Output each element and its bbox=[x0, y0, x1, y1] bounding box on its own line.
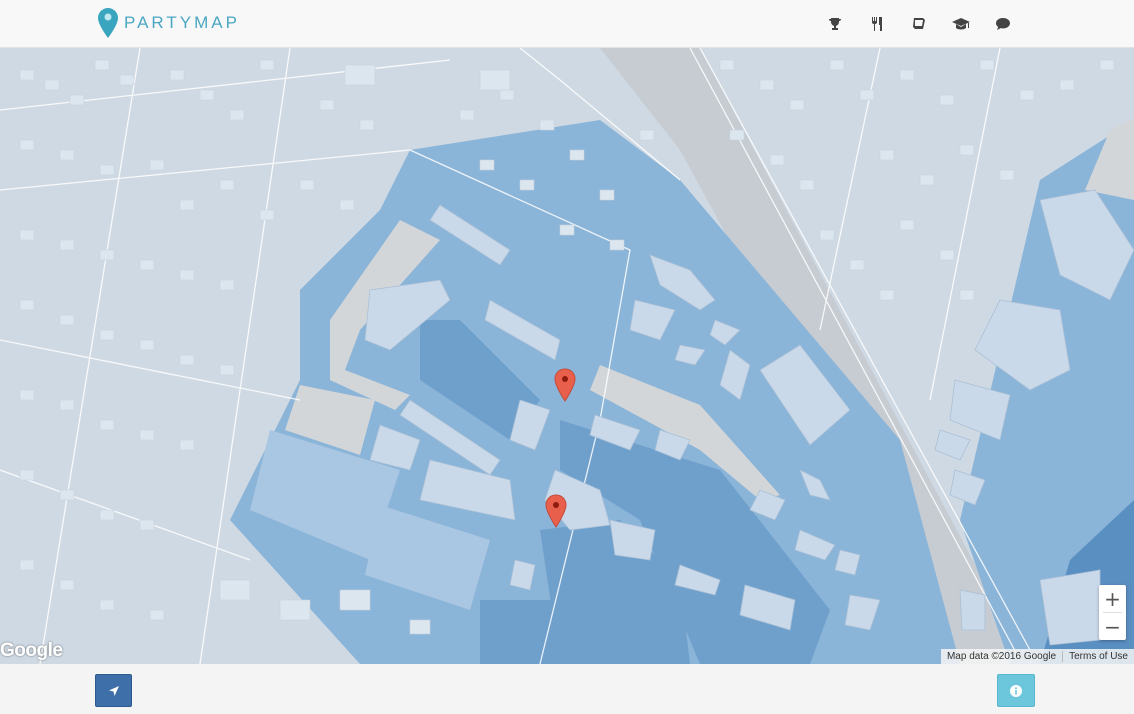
info-button[interactable] bbox=[997, 674, 1035, 707]
nav-education[interactable] bbox=[940, 12, 982, 36]
comments-icon bbox=[996, 18, 1010, 30]
book-icon bbox=[913, 18, 925, 29]
google-logo[interactable]: Google bbox=[0, 640, 63, 662]
map-marker-1[interactable] bbox=[553, 368, 577, 402]
bottom-toolbar bbox=[0, 664, 1134, 714]
zoom-in-button[interactable]: + bbox=[1099, 585, 1126, 612]
top-navbar: PARTYMAP bbox=[0, 0, 1134, 48]
location-arrow-icon bbox=[108, 685, 119, 696]
nav-food[interactable] bbox=[856, 12, 898, 36]
info-icon bbox=[1010, 684, 1022, 697]
trophy-icon bbox=[829, 18, 841, 30]
zoom-out-button[interactable]: − bbox=[1099, 613, 1126, 640]
cutlery-icon bbox=[872, 17, 882, 31]
top-nav bbox=[814, 12, 1024, 36]
nav-chat[interactable] bbox=[982, 12, 1024, 36]
map-tiles[interactable] bbox=[0, 48, 1134, 664]
logo[interactable]: PARTYMAP bbox=[98, 8, 240, 38]
zoom-control: + − bbox=[1099, 585, 1126, 640]
nav-trophy[interactable] bbox=[814, 12, 856, 36]
logo-text: PARTYMAP bbox=[124, 13, 240, 32]
nav-book[interactable] bbox=[898, 12, 940, 36]
locate-me-button[interactable] bbox=[95, 674, 132, 707]
terms-link[interactable]: Terms of Use bbox=[1063, 649, 1134, 664]
map-attribution: Map data ©2016 Google Terms of Use bbox=[940, 649, 1134, 664]
map-view[interactable]: + − Google Map data ©2016 Google Terms o… bbox=[0, 48, 1134, 664]
graduation-cap-icon bbox=[952, 18, 970, 30]
map-data-text: Map data ©2016 Google bbox=[946, 651, 1057, 662]
map-marker-2[interactable] bbox=[544, 494, 568, 528]
map-pin-logo-icon bbox=[98, 8, 118, 38]
